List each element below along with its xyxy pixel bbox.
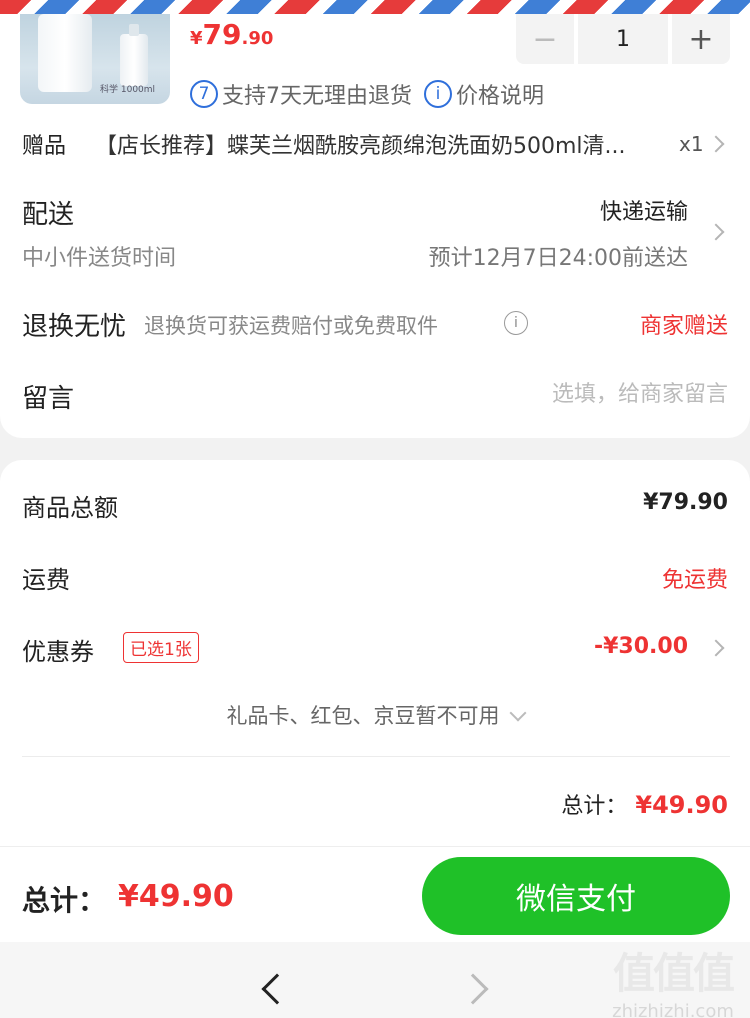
price-explanation-link[interactable]: 价格说明 (456, 78, 544, 110)
price-summary-card: 商品总额 ¥79.90 运费 免运费 优惠券 已选1张 -¥30.00 礼品卡、… (0, 460, 750, 860)
delivery-eta[interactable]: 预计12月7日24:00前送达 (429, 240, 688, 272)
message-label: 留言 (22, 384, 75, 414)
gift-label: 赠品 (22, 134, 67, 159)
unavailable-payment-options[interactable]: 礼品卡、红包、京豆暂不可用 (0, 700, 750, 730)
goods-total-value: ¥79.90 (643, 490, 728, 515)
product-price-decimal: .90 (241, 28, 274, 49)
checkout-bar: 总计： ¥49.90 微信支付 (0, 846, 750, 942)
info-icon[interactable]: i (504, 311, 528, 335)
gift-row[interactable]: 赠品 【店长推荐】蝶芙兰烟酰胺亮颜绵泡洗面奶500ml清... x1 (0, 124, 750, 164)
return-7days-icon: 7 (190, 80, 218, 108)
returns-gift-status: 商家赠送 (639, 314, 728, 339)
coupon-value[interactable]: -¥30.00 (594, 634, 688, 659)
quantity-plus-button[interactable]: + (672, 14, 730, 64)
summary-total: 总计： ¥49.90 (561, 788, 728, 820)
divider (22, 756, 730, 757)
chevron-down-icon (509, 704, 526, 722)
goods-total-label: 商品总额 (22, 494, 118, 522)
product-service-tags: 7 支持7天无理由退货 i 价格说明 (190, 78, 544, 110)
product-image[interactable]: 科学 1000ml (20, 14, 170, 104)
quantity-value[interactable]: 1 (578, 14, 668, 64)
product-price: ¥79.90 (190, 18, 273, 51)
checkout-total-label: 总计： (22, 884, 107, 917)
delivery-title: 配送 (22, 200, 75, 230)
gift-description: 【店长推荐】蝶芙兰烟酰胺亮颜绵泡洗面奶500ml清... (95, 134, 626, 159)
coupon-selected-badge[interactable]: 已选1张 (123, 632, 199, 663)
chevron-right-icon[interactable] (707, 639, 725, 657)
message-input[interactable] (408, 372, 728, 416)
checkout-total-value: ¥49.90 (118, 879, 234, 914)
product-bottle-small (120, 24, 148, 86)
product-price-integer: 79 (202, 18, 242, 51)
return-policy-tag[interactable]: 支持7天无理由退货 (222, 78, 412, 110)
quantity-stepper: − 1 + (516, 14, 730, 64)
returns-title: 退换无忧 (22, 312, 127, 342)
wechat-pay-button[interactable]: 微信支付 (422, 857, 730, 935)
coupon-label: 优惠券 (22, 638, 94, 666)
watermark-text: zhizhizhi.com (612, 1001, 734, 1018)
chevron-right-icon[interactable] (707, 223, 725, 241)
quantity-minus-button[interactable]: − (516, 14, 574, 64)
delivery-method[interactable]: 快递运输 (600, 194, 688, 226)
product-price-currency: ¥ (190, 28, 203, 49)
back-icon[interactable] (261, 973, 293, 1005)
shipping-value: 免运费 (661, 568, 728, 593)
unavailable-text: 礼品卡、红包、京豆暂不可用 (226, 704, 500, 728)
watermark-logo: 值值值 (612, 949, 735, 998)
returns-description: 退换货可获运费赔付或免费取件 (144, 314, 438, 338)
product-bottle-large (38, 14, 92, 92)
info-icon: i (424, 80, 452, 108)
shipping-label: 运费 (22, 566, 70, 594)
forward-icon[interactable] (457, 973, 489, 1005)
summary-total-label: 总计： (561, 794, 628, 819)
product-image-caption: 科学 1000ml (100, 85, 156, 95)
airmail-stripe-decoration (0, 0, 750, 14)
site-watermark: 值值值 zhizhizhi.com (598, 940, 748, 1018)
summary-total-value: ¥49.90 (635, 791, 728, 819)
gift-quantity: x1 (679, 132, 704, 156)
delivery-subtitle: 中小件送货时间 (22, 246, 177, 271)
chevron-right-icon (707, 135, 725, 153)
order-info-card: 科学 1000ml ¥79.90 − 1 + 7 支持7天无理由退货 i 价格说… (0, 0, 750, 438)
